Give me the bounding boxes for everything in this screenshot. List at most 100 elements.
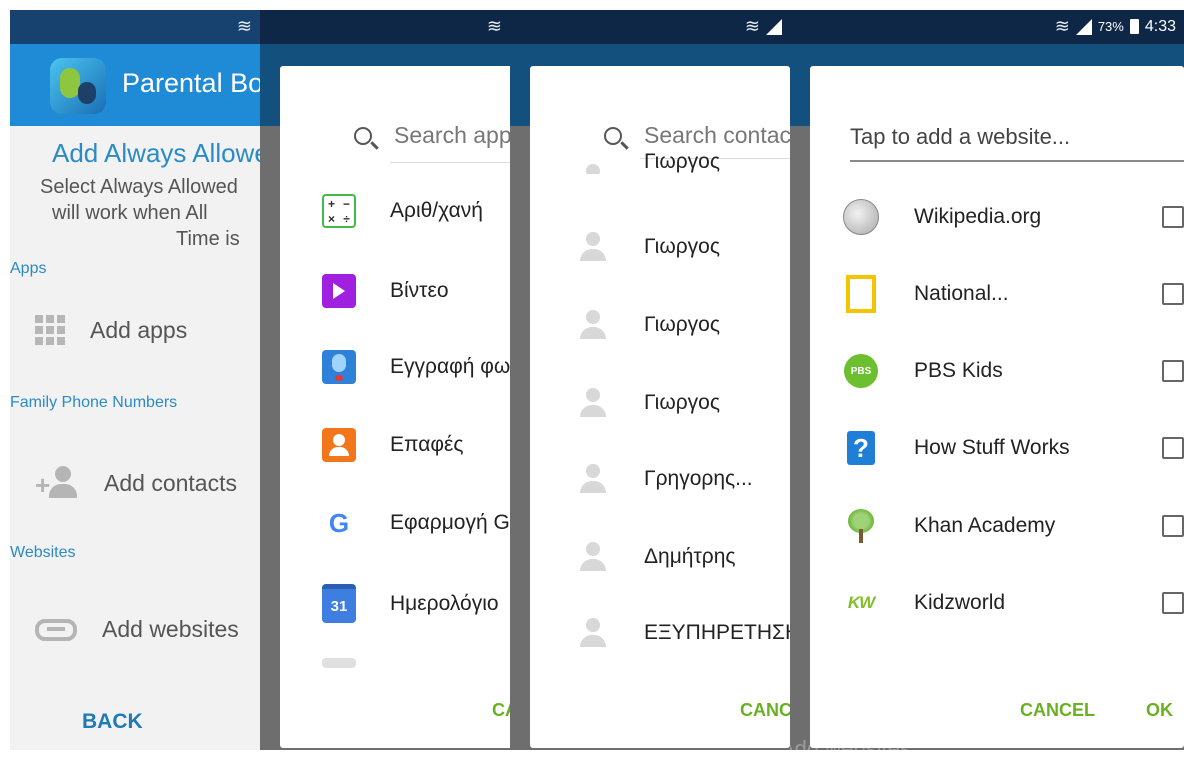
website-label: PBS Kids xyxy=(914,359,1003,382)
status-bar: ≋ xyxy=(10,10,260,44)
website-row[interactable]: Wikipedia.org xyxy=(840,197,1184,237)
select-apps-dialog: Search apps +−×÷ Αριθ/χανή Βίντεο Εγγραφ… xyxy=(280,66,510,748)
contact-item[interactable]: ΕΞΥΠΗΡΕΤΗΣΗ xyxy=(576,616,790,650)
status-bar: ≋ xyxy=(260,10,510,44)
website-label: National... xyxy=(914,282,1009,305)
website-row[interactable]: ? How Stuff Works xyxy=(840,428,1184,468)
pbs-kids-icon: PBS xyxy=(844,354,878,388)
battery-percent: 73% xyxy=(1097,19,1124,34)
select-contacts-dialog: Search contacts Γιωργος Γιωργος Γιωργος … xyxy=(530,66,790,748)
parental-board-logo-icon xyxy=(50,58,106,114)
app-item[interactable]: Εγγραφή φωνής xyxy=(322,350,510,384)
contact-label: Γιωργος xyxy=(644,152,720,173)
add-apps-row[interactable]: Add apps xyxy=(35,315,187,345)
avatar xyxy=(576,230,610,264)
app-label: Αριθ/χανή xyxy=(390,199,483,222)
contact-item[interactable]: Γρηγορης... xyxy=(576,462,753,496)
contact-item[interactable]: Γιωργος xyxy=(576,308,720,342)
contact-label: Δημήτρης xyxy=(644,545,736,568)
contacts-search[interactable]: Search contacts xyxy=(604,122,790,149)
main-screen-panel: ≋ Parental Board Add Always Allowed Sele… xyxy=(10,10,260,750)
website-label: Wikipedia.org xyxy=(914,205,1042,228)
contact-item[interactable]: Δημήτρης xyxy=(576,540,736,574)
app-item[interactable]: 31 Ημερολόγιο xyxy=(322,584,499,623)
app-label: Εφαρμογή Google xyxy=(390,511,510,534)
battery-icon xyxy=(1129,19,1139,34)
website-label: Kidzworld xyxy=(914,591,1006,614)
signal-icon xyxy=(766,18,782,35)
avatar xyxy=(576,162,610,174)
app-label: Εγγραφή φωνής xyxy=(390,355,510,378)
app-item[interactable]: Επαφές xyxy=(322,428,463,462)
add-contacts-label: Add contacts xyxy=(104,469,237,496)
app-item[interactable]: G Εφαρμογή Google xyxy=(322,506,510,540)
website-checkbox[interactable] xyxy=(1162,437,1184,459)
website-checkbox[interactable] xyxy=(1162,515,1184,537)
contact-item[interactable]: Γιωργος xyxy=(576,230,720,264)
national-geographic-icon xyxy=(846,275,876,313)
contact-label: Γρηγορης... xyxy=(644,467,753,490)
website-checkbox[interactable] xyxy=(1162,283,1184,305)
app-bar: Parental Board xyxy=(10,44,260,126)
wifi-icon: ≋ xyxy=(486,16,502,36)
contact-item[interactable]: Γιωργος xyxy=(576,386,720,420)
add-website-dialog: Tap to add a website... Wikipedia.org Na… xyxy=(810,66,1184,748)
apps-search-input[interactable]: Search apps xyxy=(394,122,510,149)
section-websites: Websites xyxy=(10,544,76,561)
search-icon xyxy=(354,126,372,145)
add-websites-label: Add websites xyxy=(102,616,239,642)
website-checkbox[interactable] xyxy=(1162,360,1184,382)
add-websites-row[interactable]: Add websites xyxy=(35,616,239,643)
website-checkbox[interactable] xyxy=(1162,592,1184,614)
section-family-numbers: Family Phone Numbers xyxy=(10,394,178,411)
clock: 4:33 xyxy=(1144,17,1176,35)
kidzworld-icon: KW xyxy=(847,593,875,612)
app-label: Ημερολόγιο xyxy=(390,591,499,615)
section-apps: Apps xyxy=(10,260,47,277)
apps-picker-panel: ≋ Search apps +−×÷ Αριθ/χανή Βίντεο Εγγρ… xyxy=(260,10,510,750)
cancel-button[interactable]: CANCEL xyxy=(1020,700,1095,721)
website-label: Khan Academy xyxy=(914,514,1056,537)
app-title: Parental Board xyxy=(122,68,260,98)
contacts-icon xyxy=(322,428,356,462)
website-row[interactable]: KW Kidzworld xyxy=(840,583,1184,623)
websites-picker-panel: ≋ 73% 4:33 Add websites Tap to add a web… xyxy=(790,10,1184,750)
add-contacts-row[interactable]: + Add contacts xyxy=(35,466,237,500)
app-item[interactable]: + − × ÷ Αριθ/χανή xyxy=(322,194,483,228)
add-apps-label: Add apps xyxy=(90,316,188,343)
calendar-icon: 31 xyxy=(322,584,356,623)
app-item[interactable]: Βίντεο xyxy=(322,274,449,308)
description-line-2: will work when All xyxy=(52,202,208,224)
contacts-picker-panel: ≋ Search contacts Γιωργος Γιωργος Γιωργο… xyxy=(510,10,790,750)
description-line-3: Time is xyxy=(176,228,240,250)
page-heading: Add Always Allowed xyxy=(52,138,260,168)
cancel-button[interactable]: CANCEL xyxy=(740,700,790,721)
apps-search[interactable]: Search apps xyxy=(354,122,510,149)
back-button[interactable]: BACK xyxy=(82,710,143,734)
website-row[interactable]: PBS PBS Kids xyxy=(840,351,1184,391)
signal-icon xyxy=(1075,18,1092,35)
status-bar: ≋ 73% 4:33 xyxy=(790,10,1184,44)
link-icon xyxy=(35,618,77,641)
website-row[interactable]: Khan Academy xyxy=(840,506,1184,546)
person-add-icon: + xyxy=(35,466,79,500)
ok-button[interactable]: OK xyxy=(1146,700,1173,721)
contact-label: ΕΞΥΠΗΡΕΤΗΣΗ xyxy=(644,621,790,644)
contact-item-partial[interactable]: Γιωργος xyxy=(576,152,720,174)
how-stuff-works-icon: ? xyxy=(847,431,875,465)
website-input[interactable]: Tap to add a website... xyxy=(850,124,1184,162)
apps-grid-icon xyxy=(35,315,65,345)
status-bar: ≋ xyxy=(510,10,790,44)
cancel-button[interactable]: CANCEL xyxy=(492,700,510,721)
search-icon xyxy=(604,126,622,145)
app-item-partial[interactable] xyxy=(322,658,356,668)
contacts-search-input[interactable]: Search contacts xyxy=(644,122,790,149)
website-checkbox[interactable] xyxy=(1162,206,1184,228)
wifi-icon: ≋ xyxy=(1054,16,1070,36)
avatar xyxy=(576,386,610,420)
website-row[interactable]: National... xyxy=(840,274,1184,314)
avatar xyxy=(576,462,610,496)
app-label: Επαφές xyxy=(390,433,464,456)
wifi-icon: ≋ xyxy=(236,16,252,36)
calculator-icon: + − × ÷ xyxy=(322,194,356,228)
